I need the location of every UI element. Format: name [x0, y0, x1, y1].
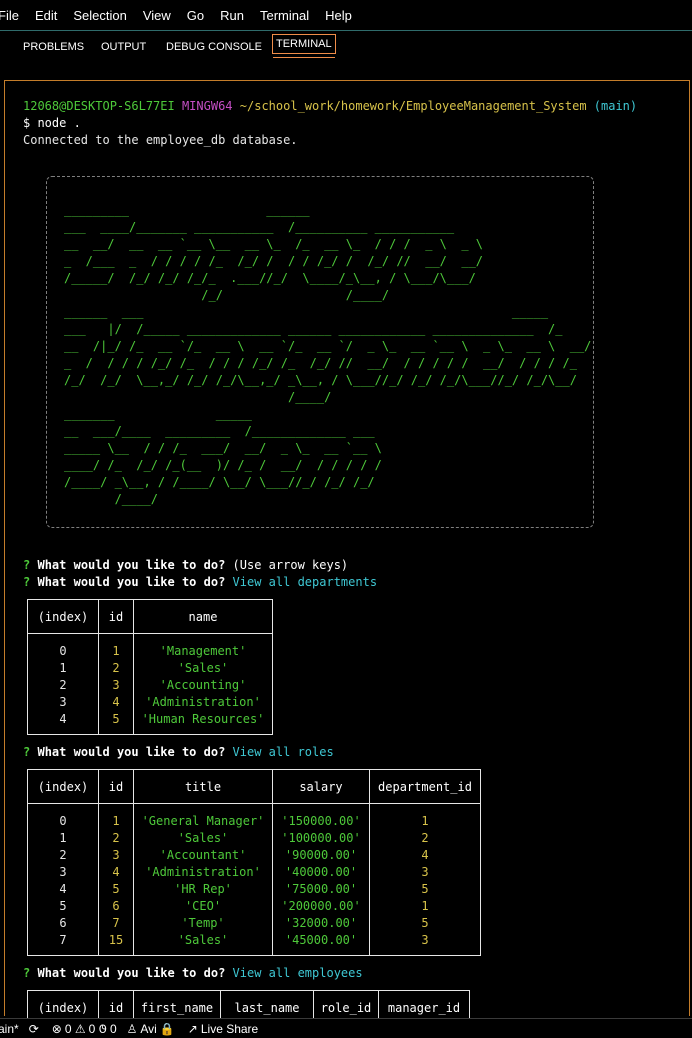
sync-icon[interactable]: ⟳	[29, 1022, 42, 1036]
departments-table: (index) id name 0 1 'Management' 1 2 'Sales'…	[27, 599, 273, 735]
table-header: department_id	[369, 769, 481, 804]
tab-terminal[interactable]: TERMINAL	[272, 34, 336, 58]
table-row: 0 1 'General Manager' '150000.00' 1	[27, 803, 481, 830]
status-bar: ain* ⟳ ⊗ 0 ⚠ 0 𐐃0 ♙ Avi 🔒 ↗ Live Share	[0, 1018, 692, 1038]
table-header: title	[133, 769, 273, 804]
menu-run[interactable]: Run	[212, 8, 252, 23]
table-header: name	[133, 599, 273, 634]
question-line-1: ? What would you like to do? (Use arrow …	[23, 558, 349, 572]
table-row: 7 15 'Sales' '45000.00' 3	[27, 932, 481, 956]
tab-problems[interactable]: PROBLEMS	[23, 41, 84, 53]
menu-file[interactable]: File	[0, 8, 27, 23]
panel-tabs: PROBLEMS OUTPUT DEBUG CONSOLE TERMINAL	[0, 31, 692, 80]
question-line-3: ? What would you like to do? View all ro…	[23, 745, 334, 759]
prompt-path: ~/school_work/homework/EmployeeManagemen…	[239, 99, 587, 113]
tab-debug-console[interactable]: DEBUG CONSOLE	[166, 41, 262, 53]
table-row: 4 5 'Human Resources'	[27, 711, 273, 735]
tab-output[interactable]: OUTPUT	[101, 41, 146, 53]
table-row: 3 4 'Administration'	[27, 694, 273, 711]
table-header: salary	[272, 769, 370, 804]
table-row: 4 5 'HR Rep' '75000.00' 5	[27, 881, 481, 898]
table-row: 0 1 'Management'	[27, 633, 273, 660]
table-row: 2 3 'Accountant' '90000.00' 4	[27, 847, 481, 864]
problems-indicator[interactable]: ⊗ 0 ⚠ 0 𐐃0	[52, 1020, 117, 1037]
lock-icon: 🔒	[159, 1021, 175, 1036]
table-row: 1 2 'Sales' '100000.00' 2	[27, 830, 481, 847]
warning-icon: ⚠	[74, 1021, 86, 1036]
prompt-env: MINGW64	[181, 99, 233, 113]
menu-go[interactable]: Go	[179, 8, 212, 23]
output-line: Connected to the employee_db database.	[23, 133, 298, 147]
prompt-line: 12068@DESKTOP-S6L77EI MINGW64 ~/school_w…	[23, 98, 637, 115]
live-share-icon: ↗	[187, 1021, 198, 1036]
table-header: (index)	[27, 769, 99, 804]
menu-help[interactable]: Help	[317, 8, 360, 23]
menu-terminal[interactable]: Terminal	[252, 8, 317, 23]
roles-table: (index) id title salary department_id 01…	[27, 769, 481, 956]
account-indicator[interactable]: ♙ Avi 🔒	[127, 1022, 178, 1036]
command-line: $ node .	[23, 116, 81, 130]
table-row: 3 4 'Administration' '40000.00' 3	[27, 864, 481, 881]
error-icon: ⊗	[51, 1021, 62, 1036]
menu-view[interactable]: View	[135, 8, 179, 23]
menu-selection[interactable]: Selection	[65, 8, 134, 23]
table-header: id	[98, 599, 134, 634]
live-share-button[interactable]: ↗ Live Share	[188, 1022, 258, 1036]
port-icon: 𐐃	[98, 1022, 107, 1036]
table-row: 1 2 'Sales'	[27, 660, 273, 677]
table-row: 2 3 'Accounting'	[27, 677, 273, 694]
prompt-branch: (main)	[593, 99, 638, 113]
menu-bar: File Edit Selection View Go Run Terminal…	[0, 0, 692, 30]
question-line-2: ? What would you like to do? View all de…	[23, 575, 378, 589]
table-row: 6 7 'Temp' '32000.00' 5	[27, 915, 481, 932]
person-icon: ♙	[126, 1021, 138, 1036]
banner-ascii-art: _________ ______ ___ ____/_______ _______…	[64, 203, 592, 506]
status-branch[interactable]: ain*	[0, 1022, 19, 1036]
question-line-4: ? What would you like to do? View all em…	[23, 966, 363, 980]
prompt-user: 12068@DESKTOP-S6L77EI	[23, 99, 175, 113]
menu-edit[interactable]: Edit	[27, 8, 65, 23]
table-header: (index)	[27, 599, 99, 634]
table-row: 5 6 'CEO' '200000.00' 1	[27, 898, 481, 915]
table-header: id	[98, 769, 134, 804]
